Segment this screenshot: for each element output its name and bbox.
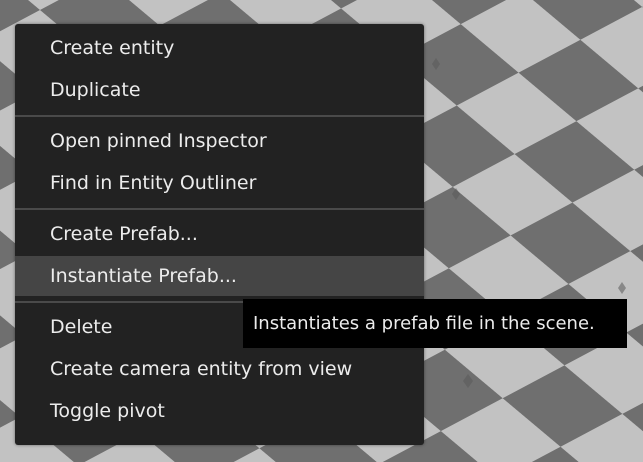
tooltip: Instantiates a prefab file in the scene. xyxy=(243,299,627,348)
context-menu: Create entity Duplicate Open pinned Inspec… xyxy=(15,24,424,445)
tooltip-text: Instantiates a prefab file in the scene. xyxy=(253,313,595,334)
menu-item-create-camera-entity-from-view[interactable]: Create camera entity from view xyxy=(15,349,424,389)
menu-item-duplicate[interactable]: Duplicate xyxy=(15,70,424,110)
menu-item-create-prefab[interactable]: Create Prefab... xyxy=(15,214,424,254)
menu-item-toggle-pivot[interactable]: Toggle pivot xyxy=(15,391,424,431)
menu-separator xyxy=(15,208,424,210)
menu-item-open-pinned-inspector[interactable]: Open pinned Inspector xyxy=(15,121,424,161)
menu-item-create-entity[interactable]: Create entity xyxy=(15,28,424,68)
menu-separator xyxy=(15,115,424,117)
menu-item-instantiate-prefab[interactable]: Instantiate Prefab... xyxy=(15,256,424,296)
menu-item-find-in-entity-outliner[interactable]: Find in Entity Outliner xyxy=(15,163,424,203)
